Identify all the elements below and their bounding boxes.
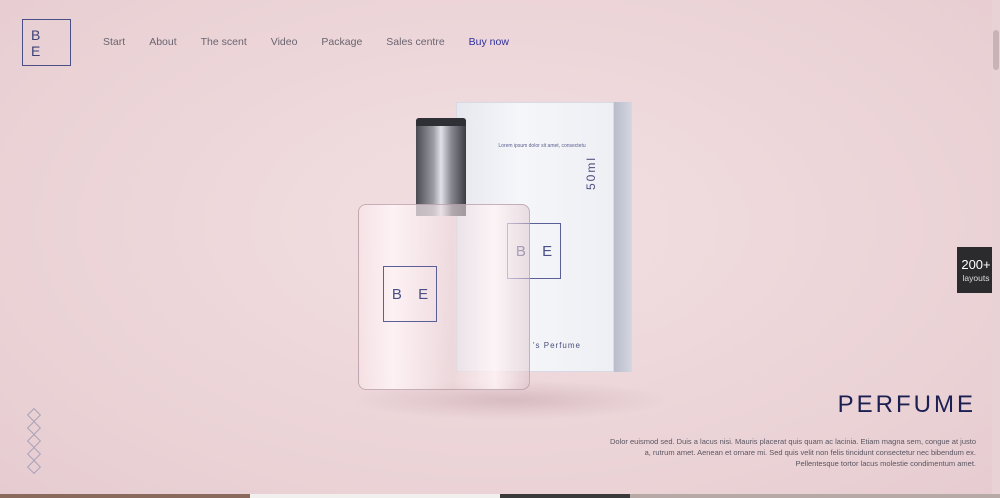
- main-nav: Start About The scent Video Package Sale…: [103, 36, 533, 48]
- hero-headline: PERFUME: [837, 391, 976, 418]
- preview-tile: [0, 494, 250, 498]
- nav-about[interactable]: About: [149, 36, 176, 48]
- nav-buy-now[interactable]: Buy now: [469, 36, 509, 48]
- badge-count: 200+: [961, 257, 991, 272]
- brand-logo[interactable]: B E: [22, 19, 71, 66]
- preview-tile: [500, 494, 630, 498]
- bottle-cap: [416, 118, 466, 216]
- scrollbar-thumb[interactable]: [993, 30, 999, 70]
- nav-start[interactable]: Start: [103, 36, 125, 48]
- bottle-logo: B E: [391, 285, 435, 303]
- perfume-bottle: [358, 118, 530, 390]
- hero-description: Dolor euismod sed. Duis a lacus nisi. Ma…: [609, 437, 976, 468]
- box-size: 50ml: [584, 155, 598, 190]
- badge-label: layouts: [962, 273, 990, 283]
- hero-section: B E Start About The scent Video Package …: [0, 0, 1000, 498]
- preview-tile: [630, 494, 1000, 498]
- box-name: 's Perfume: [533, 341, 581, 350]
- slide-dot[interactable]: [26, 459, 42, 475]
- box-side-panel: [614, 102, 632, 372]
- layouts-badge[interactable]: 200+ layouts: [957, 247, 995, 293]
- nav-the-scent[interactable]: The scent: [201, 36, 247, 48]
- bottle-logo-frame: B E: [383, 266, 437, 322]
- nav-package[interactable]: Package: [321, 36, 362, 48]
- scrollbar[interactable]: [992, 0, 1000, 498]
- nav-sales-centre[interactable]: Sales centre: [386, 36, 444, 48]
- slide-indicator: [26, 407, 42, 475]
- nav-video[interactable]: Video: [271, 36, 298, 48]
- logo-text: B E: [31, 26, 49, 59]
- bottom-preview-strip: [0, 494, 1000, 498]
- bottle-cap-top: [416, 118, 466, 126]
- product-image: Lorem ipsum dolor sit amet, consectetu B…: [340, 90, 670, 420]
- preview-tile: [250, 494, 500, 498]
